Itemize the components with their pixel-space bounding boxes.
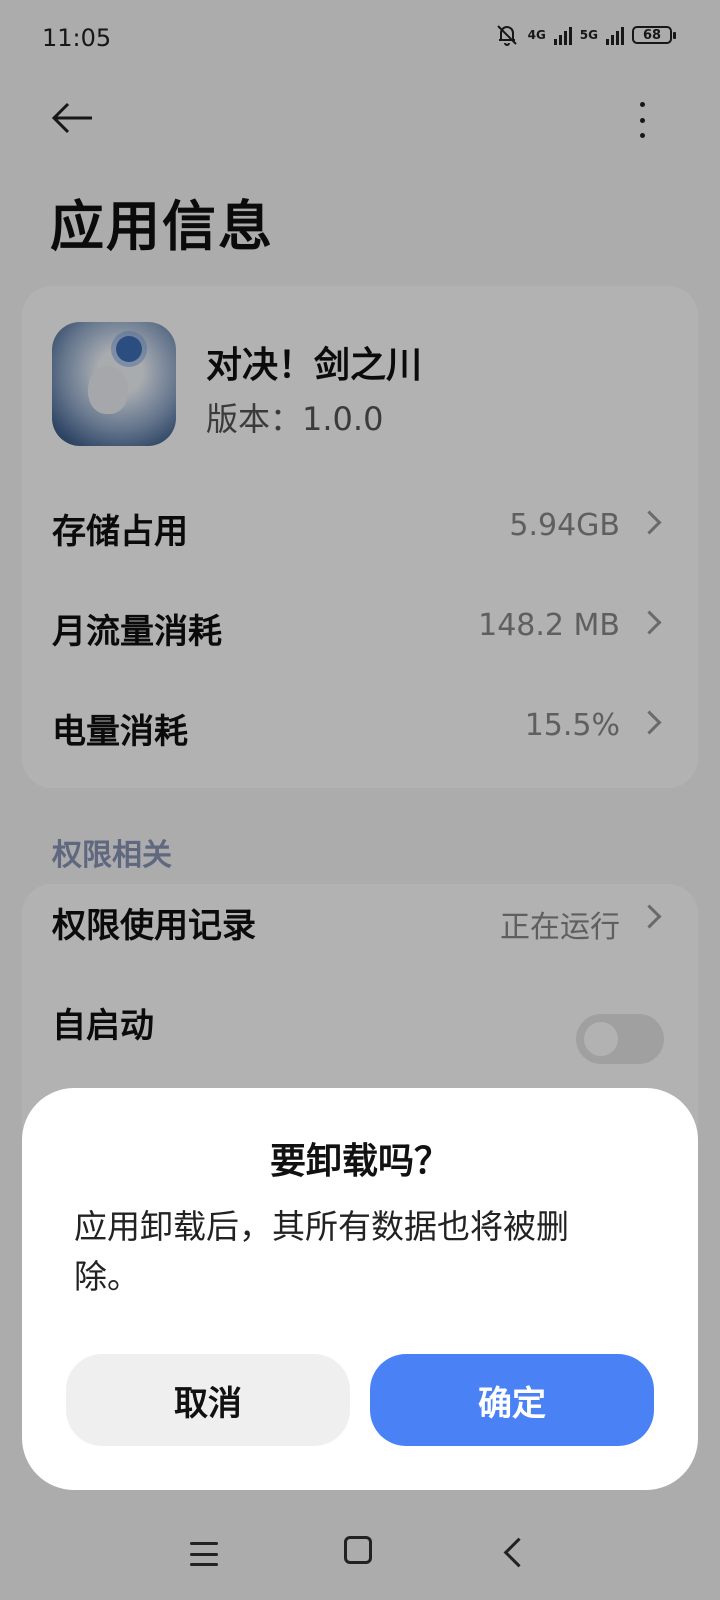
- cancel-button[interactable]: 取消: [66, 1354, 350, 1446]
- dialog-message: 应用卸载后，其所有数据也将被删除。: [74, 1207, 569, 1296]
- dialog-title: 要卸载吗？: [269, 1141, 450, 1182]
- home-icon[interactable]: [344, 1536, 372, 1564]
- uninstall-dialog: 要卸载吗？ 应用卸载后，其所有数据也将被删除。 取消 确定: [22, 1088, 698, 1490]
- menu-icon[interactable]: [190, 1542, 218, 1566]
- confirm-button[interactable]: 确定: [370, 1354, 654, 1446]
